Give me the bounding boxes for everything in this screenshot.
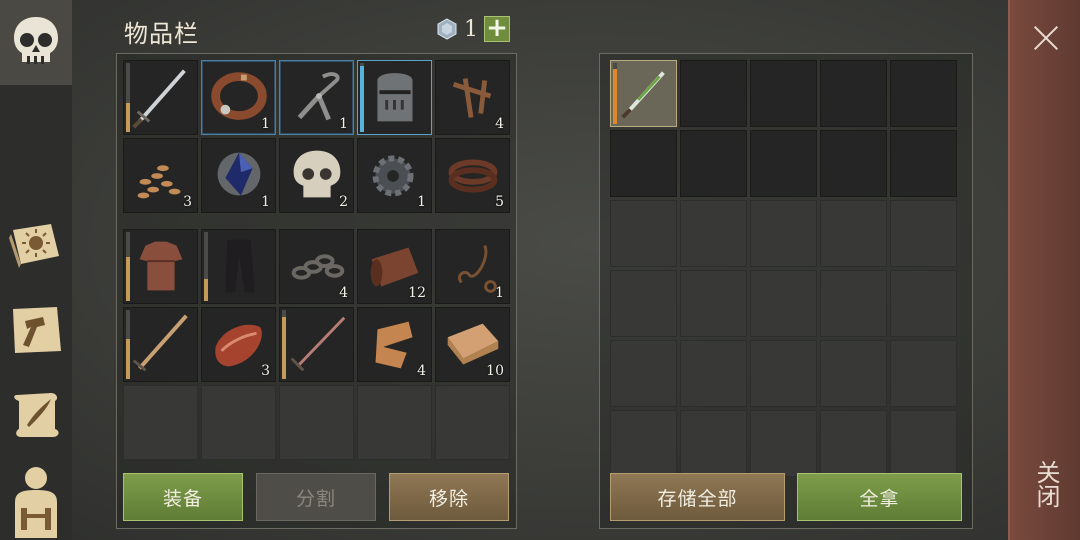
inventory-slot[interactable]: 1	[435, 229, 510, 304]
storage-slot[interactable]	[680, 60, 747, 127]
inventory-slot[interactable]: 5	[435, 138, 510, 213]
inventory-grid-top: 1 1 4 3 1 2 1 5	[123, 60, 510, 213]
storage-slot[interactable]	[820, 60, 887, 127]
storage-slot-empty[interactable]	[890, 200, 957, 267]
item-quantity: 3	[261, 363, 270, 379]
inventory-slot[interactable]: 4	[435, 60, 510, 135]
item-quantity: 4	[495, 116, 504, 132]
empty-slot[interactable]	[357, 385, 432, 460]
inventory-slot[interactable]	[123, 307, 198, 382]
inventory-slot[interactable]: 3	[201, 307, 276, 382]
currency-display: 1 +	[436, 15, 510, 42]
item-quantity: 2	[339, 194, 348, 210]
item-quantity: 1	[417, 194, 426, 210]
item-quantity: 1	[261, 194, 270, 210]
item-quantity: 1	[261, 116, 270, 132]
storage-slot-empty[interactable]	[750, 340, 817, 407]
character-icon[interactable]	[6, 462, 66, 538]
item-quantity: 3	[183, 194, 192, 210]
empty-slot[interactable]	[435, 385, 510, 460]
storage-slot[interactable]	[890, 130, 957, 197]
inventory-slot[interactable]: 3	[123, 138, 198, 213]
item-quantity: 10	[486, 363, 504, 379]
item-quantity: 4	[417, 363, 426, 379]
storage-grid	[610, 60, 957, 477]
inventory-slot[interactable]: 1	[279, 60, 354, 135]
inventory-slot[interactable]	[279, 307, 354, 382]
inventory-grid-bottom: 4 12 1 3 4 10	[123, 229, 510, 460]
inventory-slot[interactable]: 10	[435, 307, 510, 382]
inventory-slot[interactable]	[357, 60, 432, 135]
poisoned-dagger-icon	[621, 71, 665, 119]
storage-slot-empty[interactable]	[680, 340, 747, 407]
storage-slot-empty[interactable]	[820, 410, 887, 477]
inventory-slot[interactable]	[123, 229, 198, 304]
close-strip[interactable]: 关闭	[1008, 0, 1080, 540]
add-currency-button[interactable]: +	[484, 15, 510, 42]
storage-slot[interactable]	[750, 130, 817, 197]
storage-slot[interactable]	[610, 60, 677, 127]
item-quantity: 12	[408, 285, 426, 301]
storage-slot[interactable]	[750, 60, 817, 127]
inventory-slot[interactable]: 4	[279, 229, 354, 304]
remove-button[interactable]: 移除	[389, 473, 509, 521]
empty-slot[interactable]	[279, 385, 354, 460]
longsword-icon	[132, 314, 188, 372]
item-quantity: 4	[339, 285, 348, 301]
inventory-slot[interactable]	[123, 60, 198, 135]
take-all-button[interactable]: 全拿	[797, 473, 962, 521]
storage-slot-empty[interactable]	[750, 270, 817, 337]
inventory-slot[interactable]: 1	[357, 138, 432, 213]
storage-slot-empty[interactable]	[680, 410, 747, 477]
storage-slot-empty[interactable]	[610, 270, 677, 337]
pants-icon	[225, 239, 255, 293]
sword-icon	[132, 69, 186, 129]
storage-slot-empty[interactable]	[680, 270, 747, 337]
storage-slot-empty[interactable]	[890, 340, 957, 407]
inventory-slot[interactable]: 12	[357, 229, 432, 304]
item-quantity: 1	[339, 116, 348, 132]
chainmail-shirt-icon	[139, 241, 183, 291]
skull-tab-icon[interactable]	[8, 12, 64, 72]
storage-slot-empty[interactable]	[820, 340, 887, 407]
empty-slot[interactable]	[201, 385, 276, 460]
currency-count: 1	[464, 16, 478, 42]
sun-book-icon[interactable]	[6, 218, 66, 272]
storage-slot-empty[interactable]	[680, 200, 747, 267]
storage-slot-empty[interactable]	[750, 200, 817, 267]
sidebar	[0, 0, 72, 540]
close-icon[interactable]	[1028, 20, 1064, 56]
inventory-slot[interactable]: 1	[201, 60, 276, 135]
item-quantity: 5	[495, 194, 504, 210]
scroll-quill-icon[interactable]	[6, 386, 66, 442]
storage-slot-empty[interactable]	[890, 410, 957, 477]
storage-slot[interactable]	[610, 130, 677, 197]
storage-slot-empty[interactable]	[750, 410, 817, 477]
store-all-button[interactable]: 存储全部	[610, 473, 785, 521]
storage-slot-empty[interactable]	[610, 340, 677, 407]
inventory-title: 物品栏	[124, 20, 199, 48]
storage-slot[interactable]	[680, 130, 747, 197]
inventory-slot[interactable]: 1	[201, 138, 276, 213]
close-label[interactable]: 关闭	[1032, 460, 1060, 508]
inventory-slot[interactable]	[201, 229, 276, 304]
storage-slot-empty[interactable]	[890, 270, 957, 337]
item-quantity: 1	[495, 285, 504, 301]
equip-button[interactable]: 装备	[123, 473, 243, 521]
storage-slot-empty[interactable]	[610, 410, 677, 477]
storage-slot-empty[interactable]	[820, 270, 887, 337]
knight-helmet-icon	[377, 73, 413, 122]
inventory-slot[interactable]: 2	[279, 138, 354, 213]
storage-slot-empty[interactable]	[820, 200, 887, 267]
empty-slot[interactable]	[123, 385, 198, 460]
inventory-slot[interactable]: 4	[357, 307, 432, 382]
storage-slot-empty[interactable]	[610, 200, 677, 267]
storage-slot[interactable]	[890, 60, 957, 127]
gem-icon	[437, 18, 457, 40]
storage-slot[interactable]	[820, 130, 887, 197]
rapier-icon	[290, 316, 346, 372]
split-button[interactable]: 分割	[256, 473, 376, 521]
craft-hammer-icon[interactable]	[6, 302, 66, 358]
